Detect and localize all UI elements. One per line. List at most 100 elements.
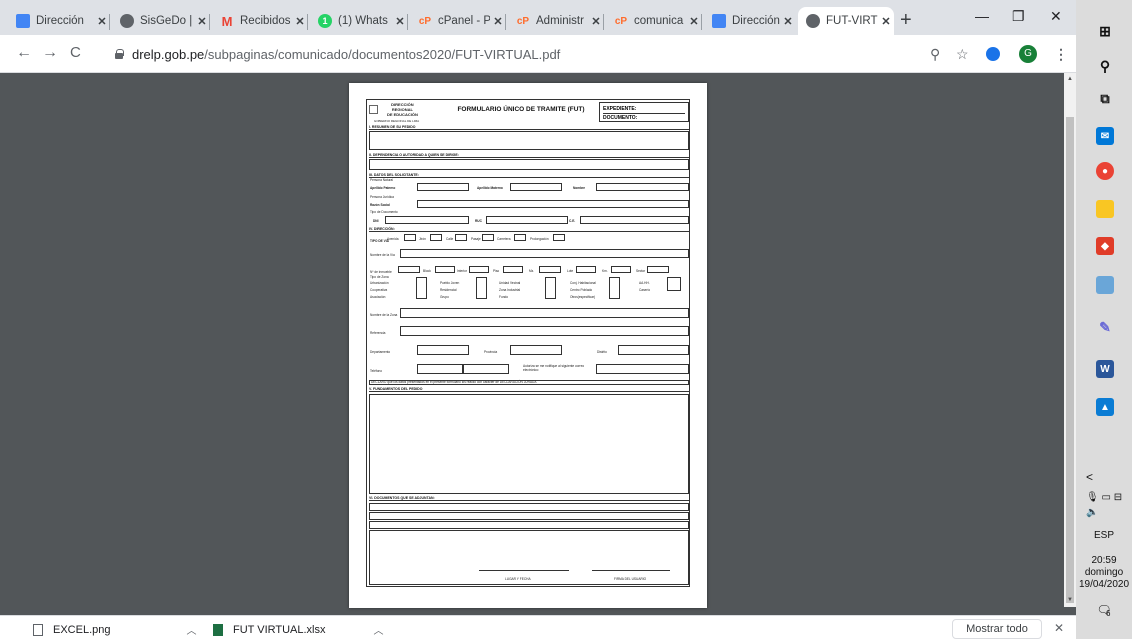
close-icon[interactable]: ✕ [94, 15, 110, 28]
file-explorer-icon[interactable] [1096, 200, 1114, 218]
mic-network-icon[interactable]: 🎙 ▭ ⊟ [1076, 492, 1132, 503]
tab[interactable]: cP Administr ✕ [508, 7, 604, 35]
documento-row[interactable] [369, 503, 689, 511]
tab[interactable]: cP cPanel - P ✕ [410, 7, 506, 35]
tab[interactable]: Dirección ✕ [704, 7, 796, 35]
chevron-up-icon[interactable]: ︿ [186, 622, 196, 637]
nombre-zona-field[interactable] [400, 308, 689, 318]
zona-c5-checkboxes[interactable] [667, 277, 681, 291]
language-indicator[interactable]: ESP [1076, 530, 1132, 541]
mz-field[interactable] [539, 266, 561, 273]
zona-c1-checkboxes[interactable] [416, 277, 427, 299]
pdf-scrollbar[interactable]: ▲ ▼ [1064, 73, 1076, 607]
nombre-via-field[interactable] [400, 249, 689, 258]
profile-avatar[interactable]: G [1019, 45, 1037, 63]
block-field[interactable] [435, 266, 455, 273]
scroll-down-icon[interactable]: ▼ [1067, 597, 1073, 603]
close-icon[interactable]: ✕ [686, 15, 702, 28]
apellido-materno-field[interactable] [510, 183, 562, 191]
telefono-field-2[interactable] [463, 364, 509, 374]
dni-field[interactable] [385, 216, 469, 224]
resumen-field[interactable] [369, 131, 689, 150]
restore-button[interactable]: ❐ [1012, 8, 1025, 25]
close-icon[interactable]: ✕ [194, 15, 210, 28]
chevron-up-icon[interactable]: ︿ [374, 622, 384, 637]
sector-field[interactable] [647, 266, 669, 273]
km-field[interactable] [611, 266, 631, 273]
minimize-button[interactable]: — [975, 8, 989, 24]
chevron-up-icon[interactable]: < [1076, 470, 1132, 484]
close-icon[interactable]: ✕ [780, 15, 796, 28]
new-tab-button[interactable]: + [900, 10, 912, 30]
zona-c2-checkboxes[interactable] [476, 277, 487, 299]
close-downloads-icon[interactable]: ✕ [1054, 621, 1064, 635]
via-avenida-checkbox[interactable] [404, 234, 416, 241]
tab[interactable]: 1 (1) Whats ✕ [310, 7, 408, 35]
referencia-field[interactable] [400, 326, 689, 336]
tab[interactable]: SisGeDo | ✕ [112, 7, 210, 35]
back-button[interactable]: ← [16, 44, 32, 62]
via-carretera-checkbox[interactable] [514, 234, 526, 241]
via-prolongacion-checkbox[interactable] [553, 234, 565, 241]
word-icon[interactable]: W [1096, 360, 1114, 378]
via-jiron-checkbox[interactable] [430, 234, 442, 241]
paint-icon[interactable]: ✎ [1096, 318, 1114, 336]
tab-active[interactable]: FUT-VIRTU✕ [798, 7, 894, 35]
zona-c3-checkboxes[interactable] [545, 277, 556, 299]
menu-icon[interactable]: ⋮ [1054, 46, 1068, 63]
nro-field[interactable] [398, 266, 420, 273]
forward-button[interactable]: → [42, 44, 58, 62]
download-item[interactable]: FUT VIRTUAL.xlsx ︿ [213, 622, 384, 637]
departamento-field[interactable] [417, 345, 469, 355]
reload-button[interactable]: C [70, 44, 81, 61]
notifications-icon[interactable]: 🗨 6 [1076, 603, 1132, 618]
close-icon[interactable]: ✕ [292, 15, 308, 28]
extension-icon[interactable] [986, 47, 1000, 61]
fundamentos-field[interactable] [369, 394, 689, 494]
correo-field[interactable] [596, 364, 689, 374]
tab-strip: Dirección ✕ SisGeDo | ✕ M Recibidos ✕ 1 (1) W… [0, 0, 1076, 35]
close-icon[interactable]: ✕ [490, 15, 506, 28]
provincia-field[interactable] [510, 345, 562, 355]
lote-field[interactable] [576, 266, 596, 273]
download-item[interactable]: EXCEL.png ︿ [33, 622, 196, 637]
distrito-field[interactable] [618, 345, 689, 355]
mail-icon[interactable]: ✉ [1096, 127, 1114, 145]
windows-start-icon[interactable]: ⊞ [1096, 22, 1114, 40]
ruc-field[interactable] [486, 216, 568, 224]
chrome-icon[interactable]: ● [1096, 162, 1114, 180]
anydesk-icon[interactable]: ◆ [1096, 237, 1114, 255]
via-pasaje-checkbox[interactable] [482, 234, 494, 241]
close-window-button[interactable]: ✕ [1050, 8, 1062, 25]
ce-field[interactable] [580, 216, 689, 224]
task-view-icon[interactable]: ⧉ [1096, 90, 1114, 108]
tab[interactable]: M Recibidos ✕ [212, 7, 308, 35]
clock[interactable]: 20:59 domingo 19/04/2020 [1076, 555, 1132, 591]
apellido-paterno-field[interactable] [417, 183, 469, 191]
zona-c4-checkboxes[interactable] [609, 277, 620, 299]
piso-field[interactable] [503, 266, 523, 273]
star-icon[interactable]: ☆ [956, 46, 969, 63]
documento-row[interactable] [369, 512, 689, 520]
razon-social-field[interactable] [417, 200, 689, 208]
scroll-up-icon[interactable]: ▲ [1067, 76, 1073, 82]
dependencia-field[interactable] [369, 159, 689, 170]
telefono-field-1[interactable] [417, 364, 463, 374]
documento-row[interactable] [369, 521, 689, 529]
show-all-button[interactable]: Mostrar todo [952, 619, 1042, 639]
photos-icon[interactable]: ▲ [1096, 398, 1114, 416]
nombre-field[interactable] [596, 183, 689, 191]
close-icon[interactable]: ✕ [878, 15, 894, 28]
tab[interactable]: cP comunica ✕ [606, 7, 702, 35]
search-icon[interactable]: ⚲ [1096, 57, 1114, 75]
close-icon[interactable]: ✕ [392, 15, 408, 28]
close-icon[interactable]: ✕ [588, 15, 604, 28]
scroll-thumb[interactable] [1066, 117, 1074, 603]
app-icon[interactable] [1096, 276, 1114, 294]
volume-icon[interactable]: 🔈 [1076, 507, 1132, 518]
tab[interactable]: Dirección ✕ [8, 7, 110, 35]
interior-field[interactable] [469, 266, 489, 273]
zoom-icon[interactable]: ⚲ [930, 46, 940, 63]
address-bar[interactable]: drelp.gob.pe/subpaginas/comunicado/docum… [92, 40, 912, 68]
via-calle-checkbox[interactable] [455, 234, 467, 241]
